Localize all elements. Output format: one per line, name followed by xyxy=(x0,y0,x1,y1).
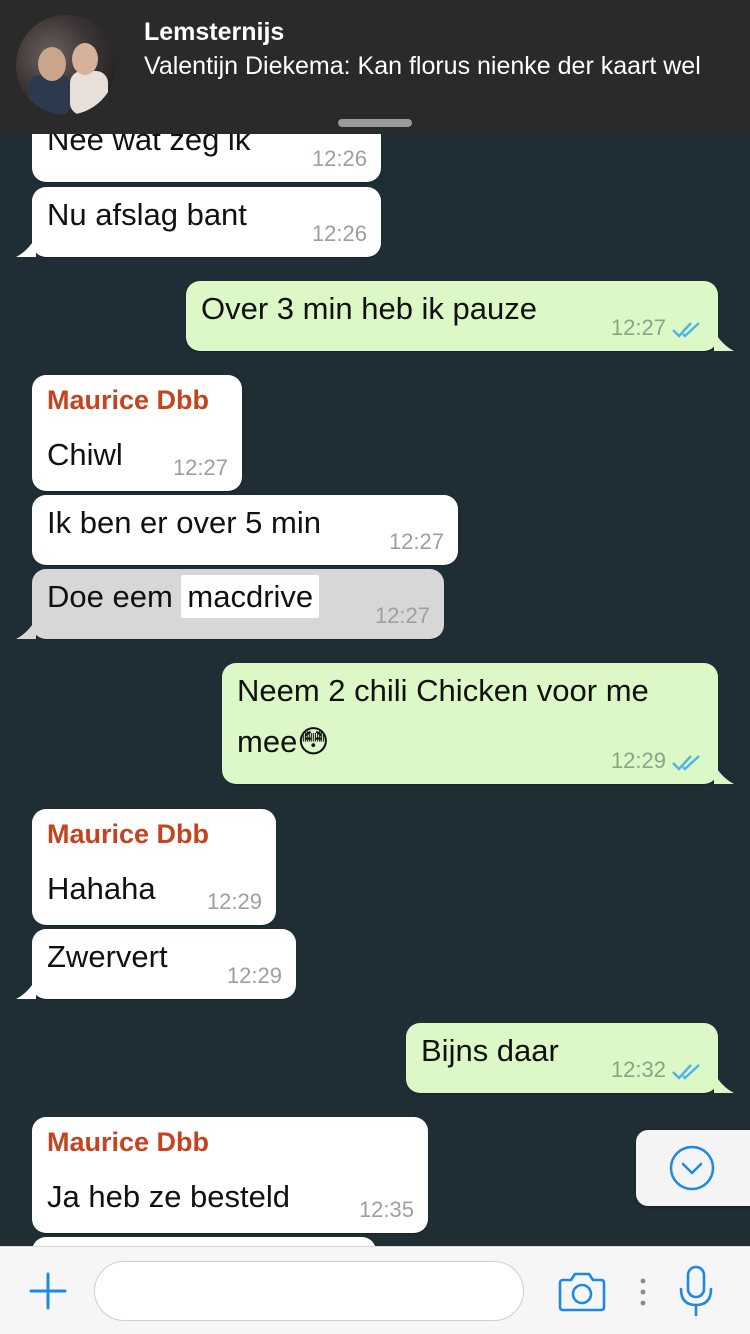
sender-name: Maurice Dbb xyxy=(47,1127,210,1157)
chevron-down-icon xyxy=(669,1145,715,1191)
message-bubble-incoming[interactable]: Maurice Dbb Hahaha 12:29 xyxy=(32,809,276,925)
message-text: Over 3 min heb ik pauze xyxy=(201,291,538,326)
message-time: 12:35 xyxy=(358,1197,414,1222)
message-bubble-outgoing[interactable]: Over 3 min heb ik pauze 12:27 xyxy=(186,281,734,351)
message-bubble-outgoing[interactable]: Bijns daar 12:32 xyxy=(406,1023,734,1093)
message-bubble-incoming[interactable]: Zwervert 12:29 xyxy=(16,929,296,999)
message-text: Nu afslag bant xyxy=(47,197,247,232)
bubble-tail xyxy=(16,619,36,639)
message-text: Doe eem macdrive xyxy=(47,575,320,618)
double-check-icon xyxy=(672,322,700,338)
message-time: 12:27 xyxy=(388,529,444,554)
message-text: Bijns daar xyxy=(421,1033,559,1068)
message-bubble-incoming[interactable]: Ik ben er over 5 min 12:27 xyxy=(32,495,458,565)
message-text-before: Doe eem xyxy=(47,579,173,614)
message-bubble-incoming[interactable]: Doe eem macdrive 12:27 xyxy=(16,569,444,639)
message-time: 12:29 xyxy=(610,748,666,773)
message-text: Chiwl xyxy=(47,437,123,472)
message-text: Hahaha xyxy=(47,871,156,906)
bubble-tail xyxy=(714,764,734,784)
message-bubble-incoming[interactable]: Maurice Dbb Chiwl 12:27 xyxy=(32,375,242,491)
bubble-tail xyxy=(714,1073,734,1093)
double-check-icon xyxy=(672,1064,700,1080)
plus-icon[interactable] xyxy=(28,1271,68,1311)
input-bar xyxy=(0,1246,750,1334)
bubble-tail xyxy=(714,331,734,351)
message-bubble-outgoing[interactable]: Neem 2 chili Chicken voor me mee😳 12:29 xyxy=(222,663,734,784)
bubble-tail xyxy=(16,237,36,257)
message-time: 12:27 xyxy=(172,455,228,480)
notification-body: Valentijn Diekema: Kan florus nienke der… xyxy=(144,52,701,80)
message-bubble-incoming[interactable] xyxy=(32,1237,376,1246)
message-time: 12:29 xyxy=(206,889,262,914)
chat-area[interactable]: Nee wat zeg ik 12:26 Nu afslag bant 12:2… xyxy=(0,0,750,1246)
sender-name: Maurice Dbb xyxy=(47,385,210,415)
message-time: 12:27 xyxy=(374,603,430,628)
notification-banner[interactable]: Lemsternijs Valentijn Diekema: Kan floru… xyxy=(0,0,750,134)
double-check-icon xyxy=(672,755,700,771)
message-bubble-incoming[interactable]: Maurice Dbb Ja heb ze besteld 12:35 xyxy=(32,1117,428,1233)
banner-grabber[interactable] xyxy=(338,119,412,127)
avatar xyxy=(16,15,116,115)
notification-title: Lemsternijs xyxy=(144,18,285,46)
dots-icon[interactable] xyxy=(638,1277,648,1307)
message-bubble-incoming[interactable]: Nu afslag bant 12:26 xyxy=(16,187,381,257)
message-time: 12:27 xyxy=(610,315,666,340)
bubble-tail xyxy=(16,979,36,999)
message-time: 12:26 xyxy=(311,146,367,171)
sender-name: Maurice Dbb xyxy=(47,819,210,849)
selected-text[interactable]: macdrive xyxy=(181,575,320,618)
message-text: Zwervert xyxy=(47,939,168,974)
message-text: Ik ben er over 5 min xyxy=(47,505,321,540)
camera-icon[interactable] xyxy=(556,1271,608,1313)
message-text: Ja heb ze besteld xyxy=(47,1179,291,1214)
message-time: 12:26 xyxy=(311,221,367,246)
message-time: 12:29 xyxy=(226,963,282,988)
scroll-to-bottom-button[interactable] xyxy=(636,1130,750,1206)
message-time: 12:32 xyxy=(610,1057,666,1082)
microphone-icon[interactable] xyxy=(676,1265,716,1319)
message-input[interactable] xyxy=(94,1261,524,1321)
